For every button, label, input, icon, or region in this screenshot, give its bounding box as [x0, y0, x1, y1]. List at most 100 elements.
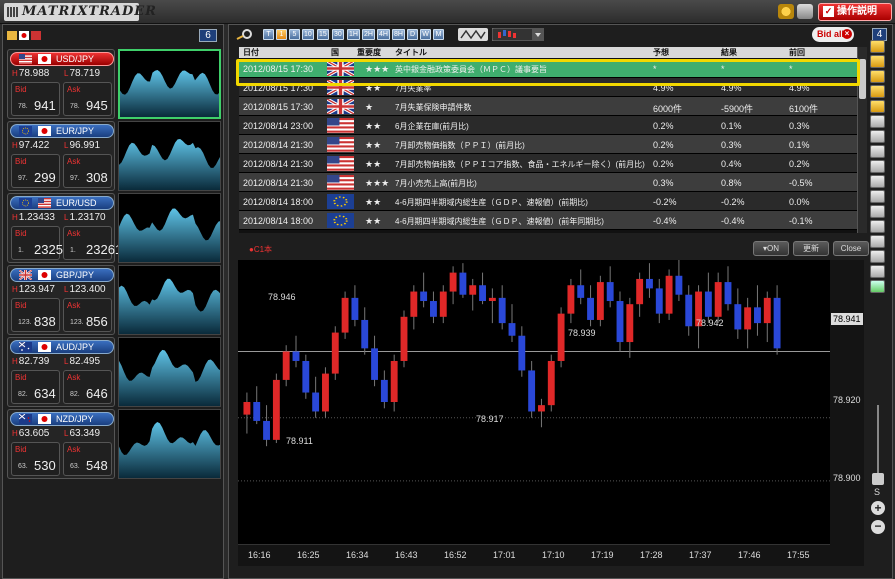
horizontal-line-tool-icon[interactable]: [870, 160, 885, 173]
ask-quote-button[interactable]: Ask 63. 548: [63, 442, 112, 476]
timeframe-button-8h[interactable]: 8H: [392, 29, 405, 40]
on-dropdown-button[interactable]: ▾ON: [753, 241, 789, 256]
marker-tool-icon[interactable]: [870, 100, 885, 113]
news-row[interactable]: 2012/08/14 21:30 ★★ 7月卸売物価指数（ＰＰＩコア指数、食品・エネ…: [239, 154, 857, 173]
pair-quote-box[interactable]: GBP/JPY H123.947 L123.400 Bid 123. 838 Ask 123.…: [7, 265, 115, 335]
col-date[interactable]: 日付: [243, 47, 259, 58]
refresh-button[interactable]: 更新: [793, 241, 829, 256]
bid-quote-button[interactable]: Bid 97. 299: [11, 154, 60, 188]
pair-sparkline-chart[interactable]: [118, 121, 221, 191]
bid-quote-button[interactable]: Bid 123. 838: [11, 298, 60, 332]
timeframe-button-10[interactable]: 10: [302, 29, 314, 40]
news-row[interactable]: 2012/08/14 18:00 ★★ 4-6月期四半期域内総生産（ＧＤＰ、速報値）…: [239, 211, 857, 230]
pair-sparkline-chart[interactable]: [118, 49, 221, 119]
zoom-slider-track[interactable]: [877, 405, 879, 473]
settings-gear-icon[interactable]: [778, 4, 794, 19]
col-country[interactable]: 国: [331, 47, 339, 58]
news-row[interactable]: 2012/08/14 21:30 ★★ 7月卸売物価指数（ＰＰＩ）(前月比) 0.2%…: [239, 135, 857, 154]
zoom-slider-thumb[interactable]: [872, 473, 884, 485]
bid-quote-button[interactable]: Bid 1. 23254: [11, 226, 70, 260]
zoom-in-icon[interactable]: +: [871, 501, 885, 515]
fibonacci-tool-icon[interactable]: [870, 190, 885, 203]
col-importance[interactable]: 重要度: [357, 47, 381, 58]
delete-tool-icon[interactable]: [870, 265, 885, 278]
pair-sparkline-chart[interactable]: [118, 337, 221, 407]
timeframe-button-15[interactable]: 15: [317, 29, 329, 40]
alert-tool-icon[interactable]: [870, 55, 885, 68]
pair-sparkline-chart[interactable]: [118, 193, 221, 263]
pair-tag[interactable]: GBP/JPY: [10, 268, 114, 282]
help-button[interactable]: ✓ 操作説明: [818, 3, 892, 21]
ask-quote-button[interactable]: Ask 97. 308: [63, 154, 112, 188]
price-candlestick-chart[interactable]: 78.946 78.911 78.917 78.939 78.942: [238, 260, 830, 544]
col-previous[interactable]: 前回: [789, 47, 805, 58]
currency-pair-card[interactable]: NZD/JPY H63.605 L63.349 Bid 63. 530 Ask 63. 548: [7, 409, 221, 479]
chart-swap-tool-icon[interactable]: [870, 70, 885, 83]
news-row[interactable]: 2012/08/14 21:30 ★★★ 7月小売売上高(前月比) 0.3% 0.8% -…: [239, 173, 857, 192]
currency-pair-card[interactable]: USD/JPY H78.988 L78.719 Bid 78. 941 Ask 78. 945: [7, 49, 221, 119]
timeframe-button-1h[interactable]: 1H: [347, 29, 360, 40]
pair-sparkline-chart[interactable]: [118, 409, 221, 479]
pair-tag[interactable]: AUD/JPY: [10, 340, 114, 354]
currency-pair-card[interactable]: AUD/JPY H82.739 L82.495 Bid 82. 634 Ask 82. 646: [7, 337, 221, 407]
indicator-tool-icon[interactable]: [870, 250, 885, 263]
pair-quote-box[interactable]: EUR/JPY H97.422 L96.991 Bid 97. 299 Ask 97. 308: [7, 121, 115, 191]
timeframe-button-30[interactable]: 30: [332, 29, 344, 40]
ask-quote-button[interactable]: Ask 1. 23261: [63, 226, 122, 260]
list-tool-icon[interactable]: [870, 280, 885, 293]
news-row[interactable]: 2012/08/15 17:30 ★★ 7月失業率 4.9% 4.9% 4.9%: [239, 78, 857, 97]
ask-quote-button[interactable]: Ask 78. 945: [63, 82, 112, 116]
pair-tag[interactable]: USD/JPY: [10, 52, 114, 66]
pair-quote-box[interactable]: AUD/JPY H82.739 L82.495 Bid 82. 634 Ask 82. 646: [7, 337, 115, 407]
bid-quote-button[interactable]: Bid 78. 941: [11, 82, 60, 116]
timeframe-button-5[interactable]: 5: [289, 29, 300, 40]
pair-quote-box[interactable]: USD/JPY H78.988 L78.719 Bid 78. 941 Ask 78. 945: [7, 49, 115, 119]
pair-tag[interactable]: EUR/JPY: [10, 124, 114, 138]
currency-pair-card[interactable]: EUR/USD H1.23433 L1.23170 Bid 1. 23254 Ask 1. 23…: [7, 193, 221, 263]
bid-quote-button[interactable]: Bid 82. 634: [11, 370, 60, 404]
timeframe-button-w[interactable]: W: [420, 29, 431, 40]
col-forecast[interactable]: 予想: [653, 47, 669, 58]
close-icon[interactable]: ×: [842, 29, 852, 39]
pair-tag[interactable]: EUR/USD: [10, 196, 114, 210]
scrollbar-thumb[interactable]: [859, 59, 866, 99]
info-tool-icon[interactable]: [870, 40, 885, 53]
col-result[interactable]: 結果: [721, 47, 737, 58]
text-tool-icon[interactable]: [870, 220, 885, 233]
bid-all-toggle[interactable]: Bid all ×: [812, 27, 854, 42]
ask-quote-button[interactable]: Ask 123. 856: [63, 298, 112, 332]
pair-tag[interactable]: NZD/JPY: [10, 412, 114, 426]
folder-flags-icon[interactable]: [7, 29, 43, 41]
pencil-tool-icon[interactable]: [870, 145, 885, 158]
trend-line-tool-icon[interactable]: [870, 130, 885, 143]
vertical-line-tool-icon[interactable]: [870, 175, 885, 188]
news-row[interactable]: 2012/08/14 23:00 ★★ 6月企業在庫(前月比) 0.2% 0.1% 0.3…: [239, 116, 857, 135]
pair-quote-box[interactable]: NZD/JPY H63.605 L63.349 Bid 63. 530 Ask 63. 548: [7, 409, 115, 479]
timeframe-button-d[interactable]: D: [407, 29, 418, 40]
news-scrollbar[interactable]: [857, 47, 867, 233]
close-button[interactable]: Close: [833, 241, 869, 256]
currency-pair-card[interactable]: GBP/JPY H123.947 L123.400 Bid 123. 838 Ask 123.…: [7, 265, 221, 335]
eraser-tool-icon[interactable]: [870, 235, 885, 248]
timeframe-button-t[interactable]: T: [263, 29, 274, 40]
timeframe-button-4h[interactable]: 4H: [377, 29, 390, 40]
news-row[interactable]: 2012/08/14 18:00 ★★ 4-6月期四半期域内総生産（ＧＤＰ、速報値）…: [239, 192, 857, 211]
line-chart-type-icon[interactable]: [458, 28, 488, 41]
timeframe-button-2h[interactable]: 2H: [362, 29, 375, 40]
channel-tool-icon[interactable]: [870, 205, 885, 218]
news-row[interactable]: 2012/08/15 17:30 ★★★ 英中銀金融政策委員会（ＭＰＣ）議事要旨 * *…: [239, 59, 857, 78]
pair-quote-box[interactable]: EUR/USD H1.23433 L1.23170 Bid 1. 23254 Ask 1. 23…: [7, 193, 122, 263]
print-icon[interactable]: [797, 4, 813, 19]
bid-quote-button[interactable]: Bid 63. 530: [11, 442, 60, 476]
pair-sparkline-chart[interactable]: [118, 265, 221, 335]
sun-tool-icon[interactable]: [870, 85, 885, 98]
timeframe-button-m[interactable]: M: [433, 29, 444, 40]
col-title[interactable]: タイトル: [395, 47, 427, 58]
currency-pair-card[interactable]: EUR/JPY H97.422 L96.991 Bid 97. 299 Ask 97. 308: [7, 121, 221, 191]
cursor-tool-icon[interactable]: [870, 115, 885, 128]
magnifier-icon[interactable]: [235, 28, 255, 40]
ask-quote-button[interactable]: Ask 82. 646: [63, 370, 112, 404]
zoom-out-icon[interactable]: −: [871, 520, 885, 534]
news-row[interactable]: 2012/08/15 17:30 ★ 7月失業保険申請件数 6000件 -5900件 61…: [239, 97, 857, 116]
candle-chart-type-dropdown[interactable]: [492, 28, 544, 41]
